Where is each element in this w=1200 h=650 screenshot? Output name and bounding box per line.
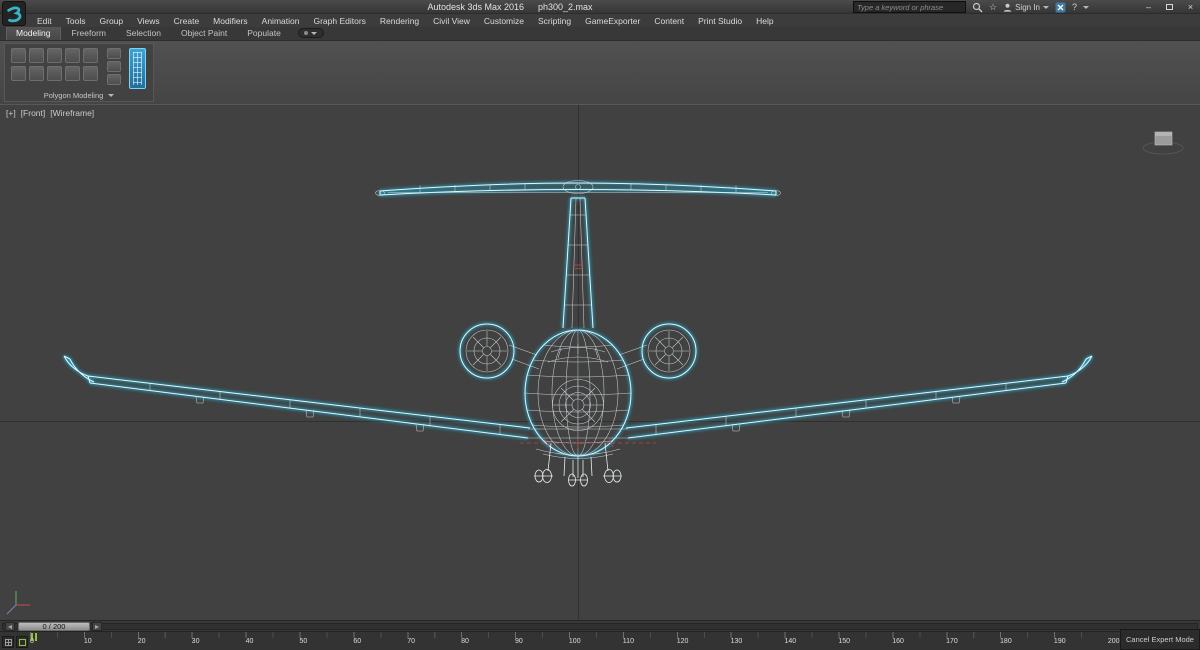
viewport-general-menu[interactable]: [+] xyxy=(6,108,16,118)
sign-in-caret-icon xyxy=(1043,6,1049,9)
ribbon-tab[interactable]: Object Paint xyxy=(172,27,236,40)
ribbon-tabs-group: ModelingFreeformSelectionObject PaintPop… xyxy=(6,26,290,40)
ribbon-tool-button-5[interactable] xyxy=(83,66,98,81)
sign-in-button[interactable]: Sign In xyxy=(1003,3,1049,12)
ribbon-tab[interactable]: Selection xyxy=(117,27,170,40)
ribbon-tab-bar: ModelingFreeformSelectionObject PaintPop… xyxy=(0,27,1200,41)
menu-bar: EditToolsGroupViewsCreateModifiersAnimat… xyxy=(0,14,1200,27)
subobject-vertex-button[interactable] xyxy=(11,48,26,63)
search-input[interactable] xyxy=(854,3,965,12)
menu-item[interactable]: Tools xyxy=(59,16,93,26)
ribbon-tab[interactable]: Modeling xyxy=(6,26,61,40)
favorites-star-icon[interactable]: ☆ xyxy=(989,2,997,13)
menu-item[interactable]: Animation xyxy=(255,16,307,26)
menu-item[interactable]: Print Studio xyxy=(691,16,749,26)
menu-item[interactable]: Content xyxy=(647,16,691,26)
viewcube[interactable] xyxy=(1143,132,1183,154)
trackbar-filter-button[interactable] xyxy=(16,636,28,648)
titlebar-spacer xyxy=(1095,7,1135,8)
ribbon-tab[interactable]: Freeform xyxy=(63,27,115,40)
help-icon[interactable]: ? xyxy=(1072,2,1077,12)
document-name: ph300_2.max xyxy=(538,2,593,12)
mini-curve-editor-button[interactable] xyxy=(2,636,14,648)
ribbon-tab[interactable]: Populate xyxy=(238,27,290,40)
minimize-button[interactable]: – xyxy=(1141,1,1156,13)
panel-label-row[interactable]: Polygon Modeling xyxy=(5,91,153,100)
polygon-modeling-label: Polygon Modeling xyxy=(44,91,104,100)
menu-item[interactable]: Civil View xyxy=(426,16,477,26)
infocenter-bar: ☆ Sign In ? – × xyxy=(853,1,1198,13)
filter-icon xyxy=(19,639,26,646)
subobject-border-button[interactable] xyxy=(47,48,62,63)
time-slider-handle[interactable]: 0 / 200 xyxy=(18,622,90,631)
ribbon: Polygon Modeling xyxy=(0,41,1200,104)
menu-item[interactable]: Help xyxy=(749,16,780,26)
panel-caret-icon xyxy=(108,94,114,97)
ribbon-tool-button-2[interactable] xyxy=(29,66,44,81)
menu-item[interactable]: GameExporter xyxy=(578,16,647,26)
next-frame-icon xyxy=(95,625,99,629)
track-bar[interactable]: 0102030405060708090100110120130140150160… xyxy=(0,631,1200,650)
frame-labels: 0102030405060708090100110120130140150160… xyxy=(30,638,1108,645)
viewport-canvas[interactable] xyxy=(0,105,1200,620)
menu-item[interactable]: Group xyxy=(93,16,131,26)
title-bar: Autodesk 3ds Max 2016 ph300_2.max ☆ Sign… xyxy=(0,0,1200,14)
world-axis-gizmo xyxy=(7,591,30,614)
menu-item[interactable]: Create xyxy=(167,16,207,26)
subobject-polygon-button[interactable] xyxy=(65,48,80,63)
menu-item[interactable]: Scripting xyxy=(531,16,578,26)
previous-frame-icon xyxy=(8,625,12,629)
exchange-apps-icon[interactable] xyxy=(1055,2,1066,13)
menu-item[interactable]: Customize xyxy=(477,16,531,26)
ribbon-stack-button-1[interactable] xyxy=(107,48,121,59)
ribbon-minimize-button[interactable] xyxy=(298,28,324,38)
ribbon-stack-button-2[interactable] xyxy=(107,61,121,72)
ribbon-tool-button-4[interactable] xyxy=(65,66,80,81)
time-slider-bar[interactable]: 0 / 200 xyxy=(0,620,1200,631)
cancel-expert-mode-button[interactable]: Cancel Expert Mode xyxy=(1120,629,1200,650)
polygon-modeling-panel: Polygon Modeling xyxy=(4,43,154,102)
previous-frame-button[interactable] xyxy=(5,622,15,631)
restore-button[interactable] xyxy=(1162,1,1177,13)
subobject-edge-button[interactable] xyxy=(29,48,44,63)
modify-mode-toggle[interactable] xyxy=(129,48,146,89)
ribbon-tool-button-1[interactable] xyxy=(11,66,26,81)
viewport-shading-menu[interactable]: [Wireframe] xyxy=(50,108,94,118)
curve-editor-icon xyxy=(5,639,12,646)
menu-item[interactable]: Views xyxy=(130,16,167,26)
app-title: Autodesk 3ds Max 2016 xyxy=(427,2,524,12)
help-caret-icon xyxy=(1083,6,1089,9)
menu-item[interactable]: Graph Editors xyxy=(306,16,372,26)
max-logo-icon xyxy=(5,5,23,23)
sign-in-label: Sign In xyxy=(1015,3,1040,12)
search-box[interactable] xyxy=(853,1,966,13)
menu-item[interactable]: Edit xyxy=(30,16,59,26)
ribbon-minimize-caret-icon xyxy=(311,32,317,35)
window-title: Autodesk 3ds Max 2016 ph300_2.max xyxy=(160,0,860,14)
user-icon xyxy=(1003,3,1012,12)
subobject-element-button[interactable] xyxy=(83,48,98,63)
next-frame-button[interactable] xyxy=(92,622,102,631)
ribbon-stack-button-3[interactable] xyxy=(107,74,121,85)
viewport-label: [+] [Front] [Wireframe] xyxy=(6,108,94,118)
menu-item[interactable]: Modifiers xyxy=(206,16,254,26)
viewport-view-menu[interactable]: [Front] xyxy=(21,108,46,118)
menu-item[interactable]: Rendering xyxy=(373,16,426,26)
restore-icon xyxy=(1166,4,1173,10)
close-button[interactable]: × xyxy=(1183,1,1198,13)
time-slider-track[interactable] xyxy=(2,623,1198,630)
ribbon-minimize-dot-icon xyxy=(304,31,308,35)
search-icon[interactable] xyxy=(972,2,983,13)
viewport[interactable]: [+] [Front] [Wireframe] xyxy=(0,104,1200,620)
ribbon-tool-button-3[interactable] xyxy=(47,66,62,81)
max-application-button[interactable] xyxy=(2,1,26,26)
